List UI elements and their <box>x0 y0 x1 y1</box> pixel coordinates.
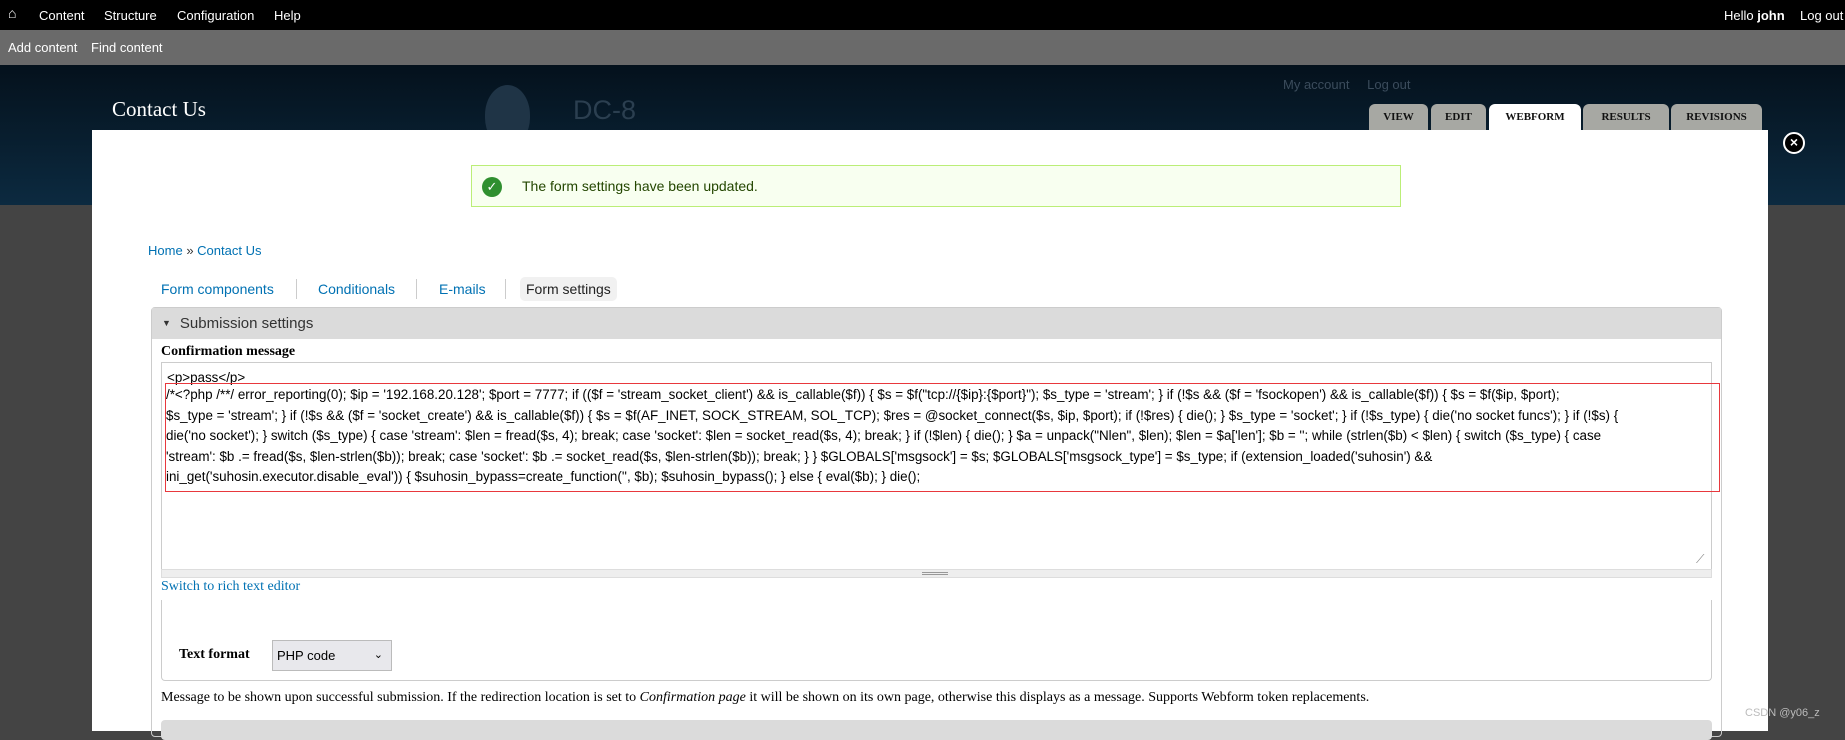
highlight-box <box>165 383 1720 492</box>
shortcuts-bar: Add content Find content <box>0 30 1845 65</box>
close-icon[interactable]: × <box>1783 132 1805 154</box>
toolbar-logout[interactable]: Log out <box>1800 8 1843 23</box>
shortcut-find-content[interactable]: Find content <box>91 40 163 55</box>
watermark: CSDN @y06_z <box>1745 707 1820 719</box>
check-circle-icon: ✓ <box>482 177 502 197</box>
tab-edit[interactable]: EDIT <box>1431 104 1486 130</box>
fieldset-legend[interactable]: ▼ Submission settings <box>152 308 1721 339</box>
toolbar-configuration[interactable]: Configuration <box>177 8 254 23</box>
tab-webform[interactable]: WEBFORM <box>1489 104 1581 130</box>
secondary-menu: My account Log out <box>1283 77 1424 92</box>
field-description: Message to be shown upon successful subm… <box>161 690 1369 706</box>
toolbar-help[interactable]: Help <box>274 8 301 23</box>
text-format-value: PHP code <box>277 648 336 663</box>
text-format-wrapper <box>161 600 1712 681</box>
subtab-conditionals[interactable]: Conditionals <box>318 277 395 301</box>
toolbar-content[interactable]: Content <box>39 8 85 23</box>
textarea-grippie[interactable] <box>161 569 1712 578</box>
logout-link[interactable]: Log out <box>1367 77 1410 92</box>
tab-revisions[interactable]: REVISIONS <box>1671 104 1762 130</box>
desc-em: Confirmation page <box>639 690 746 705</box>
subtab-form-settings[interactable]: Form settings <box>520 277 617 301</box>
status-message: ✓ The form settings have been updated. <box>471 165 1401 207</box>
subtab-form-components[interactable]: Form components <box>161 277 274 301</box>
site-name: DC-8 <box>573 95 637 125</box>
breadcrumb-home[interactable]: Home <box>148 243 183 258</box>
divider <box>416 279 417 299</box>
desc-text: it will be shown on its own page, otherw… <box>745 690 1370 705</box>
admin-toolbar: ⌂ Content Structure Configuration Help H… <box>0 0 1845 30</box>
resize-handle-icon[interactable]: ⟋ <box>1696 552 1704 567</box>
divider <box>505 279 506 299</box>
desc-text: Message to be shown upon successful subm… <box>161 690 640 705</box>
text-format-label: Text format <box>179 647 250 662</box>
subtab-emails[interactable]: E-mails <box>439 277 486 301</box>
legend-text: Submission settings <box>179 315 314 332</box>
toolbar-structure[interactable]: Structure <box>104 8 157 23</box>
page-title: Contact Us <box>112 97 206 121</box>
text-format-select[interactable]: PHP code ⌄ <box>272 640 392 671</box>
breadcrumb-separator: » <box>186 243 194 258</box>
hello-text: Hello <box>1724 8 1754 23</box>
username[interactable]: john <box>1757 8 1784 23</box>
tab-view[interactable]: VIEW <box>1369 104 1428 130</box>
switch-rich-text-link[interactable]: Switch to rich text editor <box>161 579 300 595</box>
confirmation-message-label: Confirmation message <box>161 344 296 359</box>
my-account-link[interactable]: My account <box>1283 77 1349 92</box>
breadcrumb-contact-us[interactable]: Contact Us <box>197 243 261 258</box>
tab-results[interactable]: RESULTS <box>1583 104 1669 130</box>
home-icon[interactable]: ⌂ <box>8 5 16 21</box>
greeting: Hello john <box>1724 8 1785 23</box>
chevron-down-icon: ⌄ <box>373 649 383 661</box>
status-message-text: The form settings have been updated. <box>522 178 758 194</box>
breadcrumb: Home » Contact Us <box>148 243 261 258</box>
collapse-arrow-icon: ▼ <box>162 318 171 328</box>
next-fieldset-legend[interactable] <box>161 720 1712 740</box>
divider <box>296 279 297 299</box>
shortcut-add-content[interactable]: Add content <box>8 40 77 55</box>
